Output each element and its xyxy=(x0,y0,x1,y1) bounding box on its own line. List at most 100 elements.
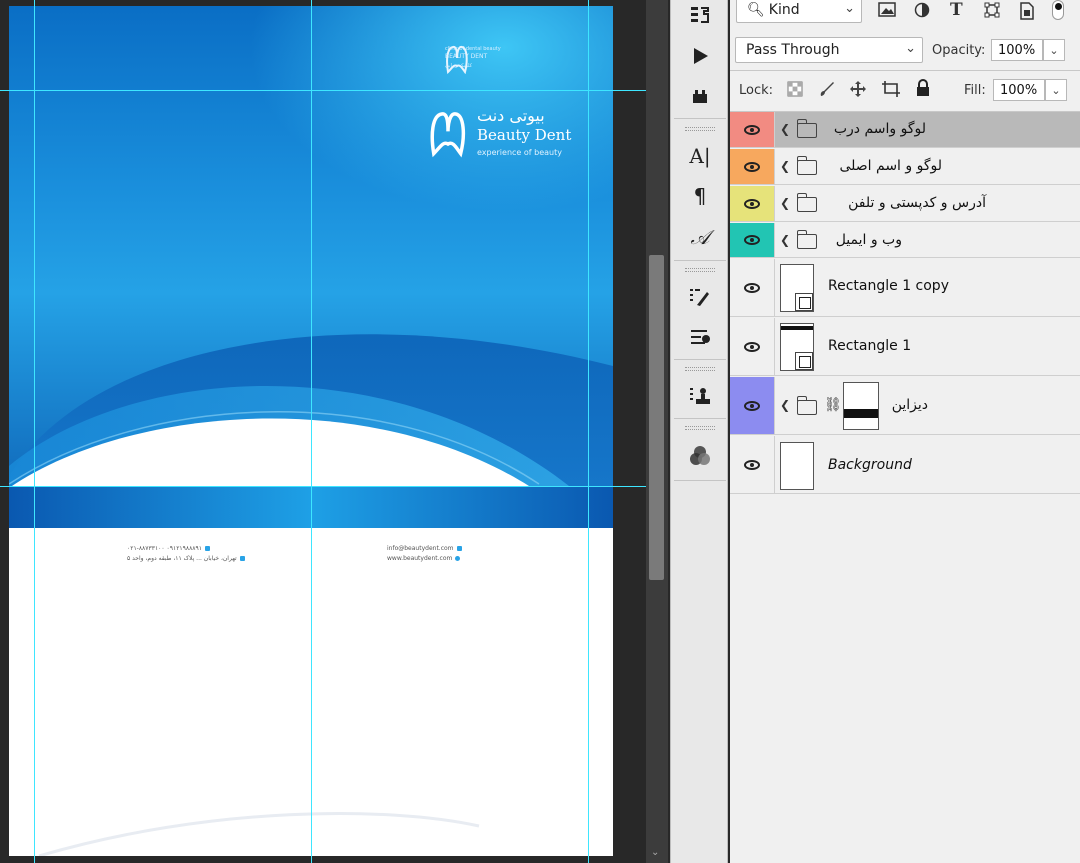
guide-horizontal[interactable] xyxy=(0,90,646,91)
lock-position-move-icon[interactable] xyxy=(849,80,867,102)
mask-bar xyxy=(844,409,878,418)
type-icon[interactable]: A| xyxy=(685,141,715,171)
email-text: info@beautydent.com xyxy=(387,545,454,552)
panel-grip[interactable] xyxy=(685,127,715,131)
vector-shape-icon xyxy=(795,352,813,370)
layer-visibility-toggle[interactable] xyxy=(730,112,774,147)
panel-divider xyxy=(730,70,1080,71)
layer-thumbnail[interactable] xyxy=(780,264,814,312)
layer-visibility-toggle[interactable] xyxy=(730,149,774,184)
filter-smart-object-icon[interactable] xyxy=(1019,2,1035,24)
layer-row-shape[interactable]: Rectangle 1 xyxy=(730,318,1080,376)
fill-dropdown-button[interactable]: ⌄ xyxy=(1045,79,1067,101)
layer-thumbnail[interactable] xyxy=(780,323,814,371)
expand-caret-icon[interactable]: ❮ xyxy=(780,159,790,173)
panel-grip[interactable] xyxy=(685,367,715,371)
layer-row-group[interactable]: ❮ لوگو و اسم اصلی xyxy=(730,149,1080,185)
folder-icon xyxy=(796,230,817,249)
opacity-input[interactable]: 100% xyxy=(991,39,1043,61)
expand-caret-icon[interactable]: ❮ xyxy=(780,122,790,136)
filter-kind-select[interactable]: 🔍︎ Kind ⌄ xyxy=(736,0,862,23)
address-text: تهران، خیابان ... پلاک ۱۱، طبقه دوم، واح… xyxy=(127,555,237,562)
expand-caret-icon[interactable]: ❮ xyxy=(780,196,790,210)
strip-divider xyxy=(674,260,726,261)
fill-input[interactable]: 100% xyxy=(993,79,1045,101)
history-brush-icon[interactable] xyxy=(685,0,715,30)
layer-divider xyxy=(774,112,775,147)
filter-shape-icon[interactable] xyxy=(984,2,1000,22)
layer-visibility-toggle[interactable] xyxy=(730,259,774,316)
lock-all-icon[interactable] xyxy=(915,79,931,101)
folder-icon xyxy=(796,396,817,415)
filter-toggle[interactable] xyxy=(1052,0,1064,20)
chevron-down-icon: ⌄ xyxy=(1051,83,1061,97)
blend-mode-value: Pass Through xyxy=(746,42,840,58)
search-icon: 🔍︎ xyxy=(747,2,765,18)
scrollbar-thumb[interactable] xyxy=(649,255,664,580)
layer-divider xyxy=(774,318,775,375)
layer-mask-thumbnail[interactable] xyxy=(843,382,879,430)
layer-row-background[interactable]: Background xyxy=(730,436,1080,494)
filter-type-icon[interactable]: T xyxy=(950,0,963,20)
mask-link-icon[interactable]: ⛓︎ xyxy=(824,397,842,413)
panel-grip[interactable] xyxy=(685,268,715,272)
guide-horizontal[interactable] xyxy=(0,486,646,487)
chevron-down-icon: ⌄ xyxy=(844,1,855,16)
play-icon[interactable] xyxy=(685,41,715,71)
layer-visibility-toggle[interactable] xyxy=(730,318,774,375)
layer-visibility-toggle[interactable] xyxy=(730,436,774,493)
layer-divider xyxy=(774,186,775,221)
web-icon xyxy=(455,556,461,561)
tooth-logo-icon xyxy=(446,45,468,74)
eye-icon xyxy=(744,198,760,209)
color-circles-icon[interactable] xyxy=(685,441,715,471)
adjust-icon[interactable] xyxy=(685,322,715,352)
layer-row-group[interactable]: ❮ وب و ایمیل xyxy=(730,223,1080,258)
canvas-workspace[interactable]: clinic of dental beauty BEAUTY DENT کلین… xyxy=(0,0,646,863)
opacity-label: Opacity: xyxy=(932,43,986,58)
lock-transparent-icon[interactable] xyxy=(787,81,803,101)
layer-name: لوگو واسم درب xyxy=(833,121,926,137)
layer-name: دیزاین xyxy=(891,397,928,413)
filter-adjustment-icon[interactable] xyxy=(914,2,930,22)
layer-visibility-toggle[interactable] xyxy=(730,186,774,221)
blend-mode-select[interactable]: Pass Through ⌄ xyxy=(735,37,923,63)
vector-shape-icon xyxy=(795,293,813,311)
lock-artboard-icon[interactable] xyxy=(881,80,901,102)
lock-pixels-brush-icon[interactable] xyxy=(818,80,836,102)
folder-icon xyxy=(796,156,817,175)
chevron-down-icon: ⌄ xyxy=(1049,43,1059,57)
paragraph-icon[interactable]: ¶ xyxy=(685,181,715,211)
layer-divider xyxy=(774,259,775,316)
layer-row-group[interactable]: ❮ لوگو واسم درب xyxy=(730,112,1080,148)
canvas-scrollbar[interactable]: ⌄ xyxy=(646,0,668,863)
guide-vertical[interactable] xyxy=(311,0,312,863)
layer-row-group[interactable]: ❮ آدرس و کدپستی و تلفن xyxy=(730,186,1080,222)
panel-tool-strip: A| ¶ 𝒜 xyxy=(670,0,728,863)
contact-web-block: info@beautydent.com www.beautydent.com xyxy=(387,544,465,564)
filter-pixel-icon[interactable] xyxy=(878,2,896,22)
expand-caret-icon[interactable]: ❮ xyxy=(780,233,790,247)
layer-row-group-mask[interactable]: ❮ ⛓︎ دیزاین xyxy=(730,377,1080,435)
email-icon xyxy=(456,546,462,551)
guide-vertical[interactable] xyxy=(588,0,589,863)
stamp-settings-icon[interactable] xyxy=(685,381,715,411)
layer-row-shape[interactable]: Rectangle 1 copy xyxy=(730,259,1080,317)
scroll-down-icon[interactable]: ⌄ xyxy=(651,847,659,858)
filter-kind-label: Kind xyxy=(768,2,800,18)
layer-name: Rectangle 1 xyxy=(828,338,912,354)
guide-vertical[interactable] xyxy=(34,0,35,863)
layer-thumbnail[interactable] xyxy=(780,442,814,490)
layer-divider xyxy=(774,223,775,257)
glyph-icon[interactable]: 𝒜 xyxy=(685,222,715,252)
strip-divider xyxy=(674,418,726,419)
expand-caret-icon[interactable]: ❮ xyxy=(780,398,790,412)
stamp-icon[interactable] xyxy=(685,81,715,111)
brush-settings-icon[interactable] xyxy=(685,282,715,312)
panel-grip[interactable] xyxy=(685,426,715,430)
layer-visibility-toggle[interactable] xyxy=(730,223,774,257)
layer-divider xyxy=(774,436,775,493)
opacity-dropdown-button[interactable]: ⌄ xyxy=(1043,39,1065,61)
layer-visibility-toggle[interactable] xyxy=(730,377,774,434)
folder-icon xyxy=(796,193,817,212)
